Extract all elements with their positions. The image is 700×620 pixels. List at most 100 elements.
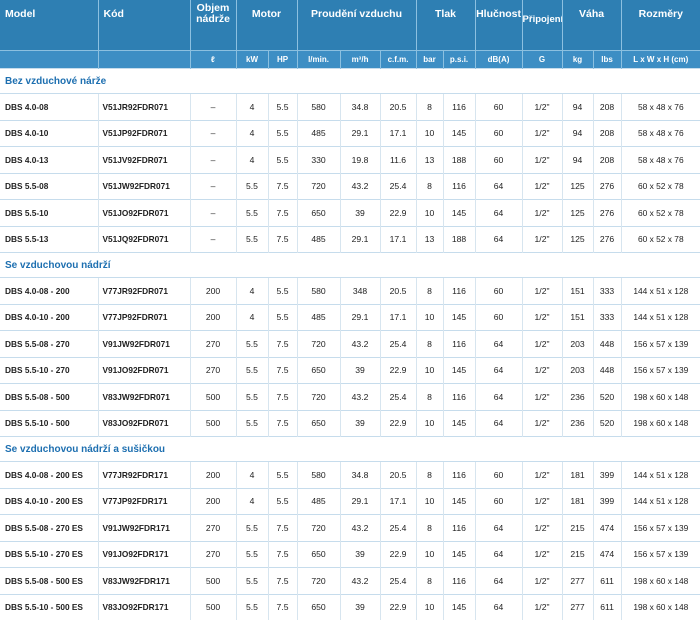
cell-dimensions: 156 x 57 x 139 bbox=[621, 515, 700, 542]
cell-dimensions: 156 x 57 x 139 bbox=[621, 357, 700, 384]
cell-connection: 1/2" bbox=[522, 410, 562, 437]
cell-cfm: 25.4 bbox=[380, 331, 416, 358]
cell-lbs: 520 bbox=[593, 410, 621, 437]
cell-kw: 5.5 bbox=[236, 515, 268, 542]
header-tlak: Tlak bbox=[416, 0, 475, 51]
cell-code: V83JO92FDR171 bbox=[98, 594, 190, 620]
cell-psi: 116 bbox=[443, 173, 475, 200]
cell-model: DBS 5.5-08 - 270 bbox=[0, 331, 98, 358]
header-objem: Objem nádrže bbox=[190, 0, 236, 51]
cell-model: DBS 4.0-10 bbox=[0, 120, 98, 147]
cell-psi: 116 bbox=[443, 94, 475, 121]
cell-dba: 64 bbox=[475, 568, 522, 595]
cell-psi: 145 bbox=[443, 304, 475, 331]
cell-kg: 94 bbox=[562, 120, 593, 147]
cell-cfm: 17.1 bbox=[380, 120, 416, 147]
cell-kg: 277 bbox=[562, 594, 593, 620]
cell-kg: 215 bbox=[562, 515, 593, 542]
cell-hp: 5.5 bbox=[268, 120, 297, 147]
header-prouzdeni: Proudění vzduchu bbox=[297, 0, 416, 51]
cell-dba: 64 bbox=[475, 515, 522, 542]
cell-code: V77JR92FDR071 bbox=[98, 278, 190, 305]
cell-connection: 1/2" bbox=[522, 331, 562, 358]
cell-model: DBS 5.5-13 bbox=[0, 226, 98, 253]
cell-m3h: 43.2 bbox=[340, 568, 380, 595]
cell-kw: 4 bbox=[236, 94, 268, 121]
cell-dba: 64 bbox=[475, 331, 522, 358]
cell-kg: 125 bbox=[562, 173, 593, 200]
cell-hp: 7.5 bbox=[268, 568, 297, 595]
table-row: DBS 5.5-08 - 500V83JW92FDR0715005.57.572… bbox=[0, 384, 700, 411]
cell-lmin: 720 bbox=[297, 515, 340, 542]
cell-lbs: 208 bbox=[593, 94, 621, 121]
cell-kw: 5.5 bbox=[236, 173, 268, 200]
cell-dba: 64 bbox=[475, 410, 522, 437]
unit-hp: HP bbox=[268, 51, 297, 69]
cell-model: DBS 5.5-10 - 500 bbox=[0, 410, 98, 437]
cell-dba: 60 bbox=[475, 278, 522, 305]
cell-lbs: 448 bbox=[593, 357, 621, 384]
unit-lmin: l/min. bbox=[297, 51, 340, 69]
cell-kg: 181 bbox=[562, 462, 593, 489]
cell-model: DBS 5.5-10 - 500 ES bbox=[0, 594, 98, 620]
cell-code: V51JO92FDR071 bbox=[98, 200, 190, 227]
cell-kg: 125 bbox=[562, 200, 593, 227]
cell-connection: 1/2" bbox=[522, 120, 562, 147]
cell-m3h: 29.1 bbox=[340, 488, 380, 515]
cell-model: DBS 5.5-10 - 270 bbox=[0, 357, 98, 384]
cell-kg: 236 bbox=[562, 384, 593, 411]
cell-m3h: 43.2 bbox=[340, 331, 380, 358]
cell-bar: 10 bbox=[416, 200, 443, 227]
cell-m3h: 19.8 bbox=[340, 147, 380, 174]
table-row: DBS 4.0-13V51JV92FDR071–45.533019.811.61… bbox=[0, 147, 700, 174]
cell-lbs: 474 bbox=[593, 515, 621, 542]
cell-kg: 151 bbox=[562, 278, 593, 305]
cell-model: DBS 4.0-10 - 200 bbox=[0, 304, 98, 331]
cell-bar: 8 bbox=[416, 568, 443, 595]
cell-lmin: 650 bbox=[297, 541, 340, 568]
cell-connection: 1/2" bbox=[522, 462, 562, 489]
cell-dba: 64 bbox=[475, 200, 522, 227]
cell-connection: 1/2" bbox=[522, 94, 562, 121]
table-row: DBS 5.5-10 - 500 ESV83JO92FDR1715005.57.… bbox=[0, 594, 700, 620]
cell-kw: 4 bbox=[236, 488, 268, 515]
cell-code: V83JW92FDR071 bbox=[98, 384, 190, 411]
cell-psi: 145 bbox=[443, 357, 475, 384]
section-title: Se vzduchovou nádrží a sušičkou bbox=[0, 437, 700, 462]
cell-hp: 7.5 bbox=[268, 594, 297, 620]
cell-tank: 500 bbox=[190, 568, 236, 595]
cell-lbs: 333 bbox=[593, 304, 621, 331]
header-pripojeni: Připojení bbox=[522, 0, 562, 51]
table-header: Model Kód Objem nádrže Motor Proudění vz… bbox=[0, 0, 700, 69]
cell-bar: 10 bbox=[416, 594, 443, 620]
cell-dimensions: 198 x 60 x 148 bbox=[621, 594, 700, 620]
cell-tank: 270 bbox=[190, 331, 236, 358]
section-header: Bez vzduchové nárže bbox=[0, 69, 700, 94]
table-row: DBS 5.5-08V51JW92FDR071–5.57.572043.225.… bbox=[0, 173, 700, 200]
cell-m3h: 39 bbox=[340, 594, 380, 620]
cell-connection: 1/2" bbox=[522, 173, 562, 200]
cell-bar: 8 bbox=[416, 331, 443, 358]
cell-hp: 7.5 bbox=[268, 173, 297, 200]
table-row: DBS 4.0-10 - 200 ESV77JP92FDR17120045.54… bbox=[0, 488, 700, 515]
cell-model: DBS 5.5-08 - 500 bbox=[0, 384, 98, 411]
cell-lmin: 580 bbox=[297, 462, 340, 489]
cell-cfm: 17.1 bbox=[380, 304, 416, 331]
cell-model: DBS 5.5-08 - 500 ES bbox=[0, 568, 98, 595]
unit-m3h: m³/h bbox=[340, 51, 380, 69]
cell-tank: 270 bbox=[190, 541, 236, 568]
cell-kg: 151 bbox=[562, 304, 593, 331]
table-row: DBS 5.5-10 - 500V83JO92FDR0715005.57.565… bbox=[0, 410, 700, 437]
cell-model: DBS 4.0-08 - 200 ES bbox=[0, 462, 98, 489]
table-row: DBS 4.0-08 - 200 ESV77JR92FDR17120045.55… bbox=[0, 462, 700, 489]
cell-code: V51JR92FDR071 bbox=[98, 94, 190, 121]
cell-hp: 7.5 bbox=[268, 357, 297, 384]
cell-hp: 7.5 bbox=[268, 331, 297, 358]
unit-cfm: c.f.m. bbox=[380, 51, 416, 69]
header-motor: Motor bbox=[236, 0, 297, 51]
cell-code: V91JW92FDR171 bbox=[98, 515, 190, 542]
units-row: ℓ kW HP l/min. m³/h c.f.m. bar p.s.i. dB… bbox=[0, 51, 700, 69]
cell-dba: 64 bbox=[475, 541, 522, 568]
cell-lmin: 485 bbox=[297, 226, 340, 253]
table-body: Bez vzduchové náržeDBS 4.0-08V51JR92FDR0… bbox=[0, 69, 700, 620]
